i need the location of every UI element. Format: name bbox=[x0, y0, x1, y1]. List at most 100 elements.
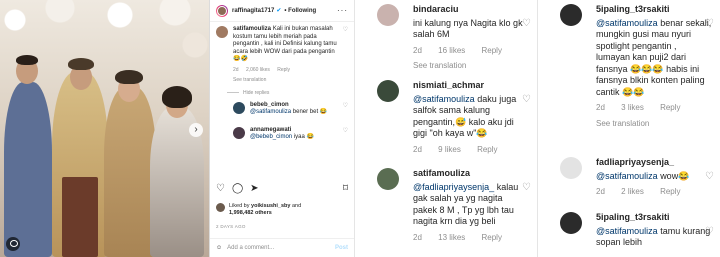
comment-text: iyaa 😂 bbox=[293, 134, 314, 140]
mention-link[interactable]: @satifamouliza bbox=[250, 109, 291, 115]
comment-username[interactable]: 5ipaling_t3rsakiti bbox=[596, 4, 670, 14]
comment-username[interactable]: satifamouliza bbox=[413, 168, 470, 178]
reply-button[interactable]: Reply bbox=[477, 145, 497, 154]
heart-icon[interactable]: ♡ bbox=[705, 226, 714, 237]
comment-username[interactable]: bebeb_cimon bbox=[250, 102, 289, 108]
comment-likes[interactable]: 16 likes bbox=[438, 46, 465, 55]
add-comment-bar: ☺ Add a comment... Post bbox=[210, 238, 354, 257]
comment-username[interactable]: satifamouliza bbox=[233, 26, 271, 32]
comment-username[interactable]: bindaraciu bbox=[413, 4, 459, 14]
mention-link[interactable]: @satifamouliza bbox=[596, 171, 658, 181]
reply-button[interactable]: Reply bbox=[660, 187, 680, 196]
avatar[interactable] bbox=[560, 4, 582, 26]
comment-time: 2d bbox=[596, 187, 605, 196]
liked-by-user[interactable]: yoikisushi_sby bbox=[251, 203, 290, 209]
heart-icon[interactable]: ♡ bbox=[522, 94, 531, 105]
reply-button[interactable]: Reply bbox=[482, 46, 502, 55]
reply-button[interactable]: Reply bbox=[482, 233, 502, 242]
comment-username[interactable]: 5ipaling_t3rsakiti bbox=[596, 212, 670, 222]
mention-link[interactable]: @bebeb_cimon bbox=[250, 134, 292, 140]
post-button[interactable]: Post bbox=[335, 245, 348, 251]
photo-hair-4 bbox=[162, 86, 192, 108]
mention-link[interactable]: @satifamouliza bbox=[596, 226, 658, 236]
comment-meta: 2d 13 likes Reply bbox=[413, 232, 529, 244]
comment-text: wow😂 bbox=[660, 170, 690, 181]
bookmark-icon[interactable]: ⌑ bbox=[343, 183, 348, 194]
reply-button[interactable]: Reply bbox=[660, 103, 680, 112]
emoji-icon[interactable]: ☺ bbox=[216, 245, 222, 251]
hide-replies-link[interactable]: Hide replies bbox=[210, 85, 354, 96]
post-date: 2 DAYS AGO bbox=[216, 224, 246, 229]
more-icon[interactable]: ··· bbox=[337, 6, 348, 15]
comment-likes[interactable]: 3 likes bbox=[621, 103, 644, 112]
see-translation-link[interactable]: See translation bbox=[596, 118, 712, 130]
verified-icon: ✔ bbox=[276, 8, 282, 14]
mention-link[interactable]: @satifamouliza bbox=[596, 18, 658, 28]
share-icon[interactable]: ➤ bbox=[250, 183, 258, 194]
avatar bbox=[216, 203, 225, 212]
comment-time: 2d bbox=[413, 45, 422, 55]
photo-sarong bbox=[62, 177, 98, 257]
author-avatar[interactable] bbox=[216, 4, 228, 17]
comment-thread-left: bindaraciu ini kalung nya Nagita klo gk … bbox=[354, 0, 537, 257]
comment-meta: 2d 2,060 likes Reply bbox=[233, 67, 339, 75]
photo-hair-1 bbox=[16, 55, 38, 65]
comment-likes[interactable]: 2,060 likes bbox=[246, 67, 270, 73]
author-username[interactable]: raffinagita1717 bbox=[232, 8, 274, 14]
comment-meta: 2d 9 likes Reply bbox=[413, 144, 529, 156]
following-label[interactable]: • Following bbox=[284, 8, 316, 14]
photo-headdress bbox=[68, 58, 94, 70]
comment-likes[interactable]: 13 likes bbox=[438, 233, 465, 242]
comment-time: 2d bbox=[413, 144, 422, 154]
avatar[interactable] bbox=[560, 212, 582, 234]
avatar[interactable] bbox=[233, 101, 245, 114]
liked-by: Liked by yoikisushi_sby and 1,998,482 ot… bbox=[216, 203, 350, 217]
post-header: raffinagita1717 ✔ • Following ··· bbox=[210, 0, 354, 22]
comment-icon[interactable]: ◯ bbox=[232, 183, 243, 194]
liked-by-and: and bbox=[292, 203, 302, 209]
avatar[interactable] bbox=[560, 157, 582, 179]
see-translation-link[interactable]: See translation bbox=[233, 77, 339, 85]
heart-icon[interactable]: ♡ bbox=[705, 18, 714, 29]
comment-likes[interactable]: 9 likes bbox=[438, 145, 461, 154]
heart-icon[interactable]: ♡ bbox=[522, 18, 531, 29]
comment-username[interactable]: fadliapriyaysenja_ bbox=[596, 157, 674, 167]
avatar[interactable] bbox=[377, 168, 399, 190]
avatar[interactable] bbox=[216, 26, 228, 38]
reply-button[interactable]: Reply bbox=[277, 67, 290, 73]
comment-text: bener bet 😂 bbox=[292, 109, 328, 115]
comment-likes[interactable]: 2 likes bbox=[621, 187, 644, 196]
see-translation-link[interactable]: See translation bbox=[413, 60, 529, 72]
photo-person-3 bbox=[104, 87, 156, 257]
chevron-right-icon[interactable]: › bbox=[189, 123, 203, 137]
post-photo[interactable]: › bbox=[0, 0, 209, 257]
post-sidebar: raffinagita1717 ✔ • Following ··· satifa… bbox=[209, 0, 354, 257]
comment-time: 2d bbox=[233, 66, 239, 73]
mention-link[interactable]: @fadliapriyaysenja_ bbox=[413, 182, 494, 192]
comment-time: 2d bbox=[596, 103, 605, 112]
user-tag-icon[interactable] bbox=[6, 237, 20, 251]
heart-icon[interactable]: ♡ bbox=[522, 182, 531, 193]
avatar[interactable] bbox=[233, 126, 245, 139]
mention-link[interactable]: @satifamouliza bbox=[413, 94, 475, 104]
comment-username[interactable]: nismiati_achmar bbox=[413, 80, 484, 90]
liked-by-count[interactable]: 1,998,482 others bbox=[229, 210, 272, 216]
avatar[interactable] bbox=[377, 80, 399, 102]
comment-meta: 2d 2 likes Reply bbox=[596, 186, 712, 198]
avatar[interactable] bbox=[377, 4, 399, 26]
heart-icon[interactable]: ♡ bbox=[343, 127, 348, 142]
comment-thread-right: 5ipaling_t3rsakiti @satifamouliza benar … bbox=[537, 0, 720, 257]
heart-icon[interactable]: ♡ bbox=[343, 102, 348, 117]
heart-icon[interactable]: ♡ bbox=[216, 183, 225, 194]
comment-meta: 2d 16 likes Reply bbox=[413, 45, 529, 57]
heart-icon[interactable]: ♡ bbox=[705, 171, 714, 182]
reply-comment: annamegawati @bebeb_cimon iyaa 😂 ♡ bbox=[210, 117, 354, 142]
comment: satifamouliza Kali ini bukan masalah kos… bbox=[210, 22, 354, 85]
comment-meta: 2d 3 likes Reply bbox=[596, 102, 712, 114]
heart-icon[interactable]: ♡ bbox=[343, 26, 348, 85]
add-comment-input[interactable]: Add a comment... bbox=[227, 245, 274, 251]
comment-username[interactable]: annamegawati bbox=[250, 127, 291, 133]
liked-by-prefix: Liked by bbox=[229, 203, 250, 209]
comment-text: ini kalung nya Nagita klo gk salah 6M bbox=[413, 17, 523, 40]
comment-text: benar sekali, mungkin gusi mau nyuri spo… bbox=[596, 17, 712, 97]
